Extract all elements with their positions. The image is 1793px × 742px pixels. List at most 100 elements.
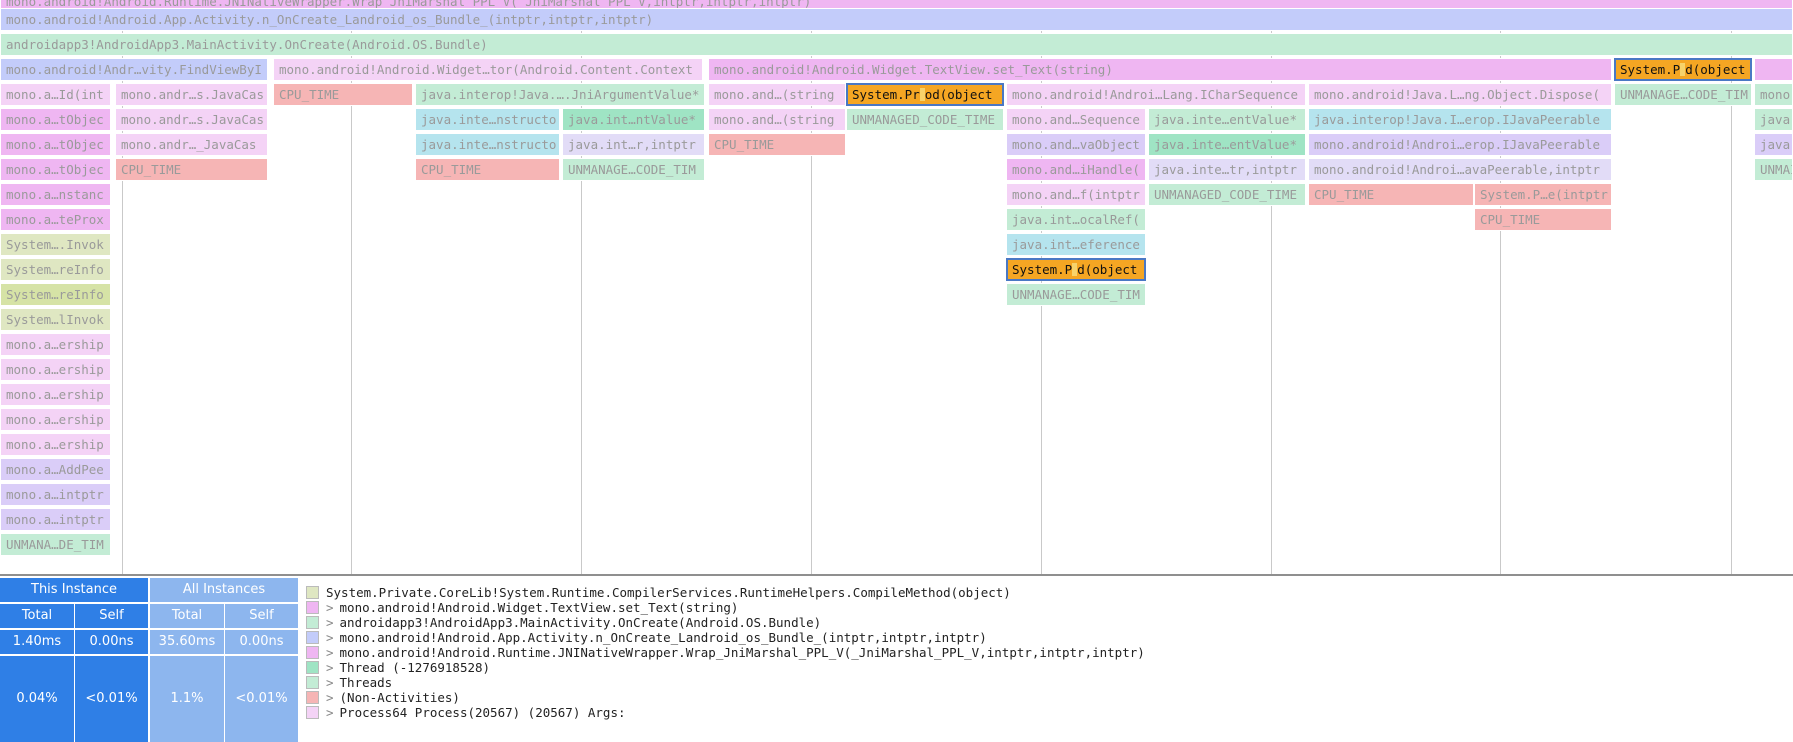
flame-frame[interactable]: UNMANAGED_CODE_TIME	[846, 108, 1004, 131]
flame-frame[interactable]: mono.and…vaObject	[1006, 133, 1146, 156]
flame-frame[interactable]: CPU_TIME	[1474, 208, 1612, 231]
flame-frame[interactable]: CPU_TIME	[708, 133, 846, 156]
this-total-percent: 0.04%	[0, 656, 74, 742]
flame-frame[interactable]: java.inte…entValue*	[1148, 108, 1306, 131]
flame-frame[interactable]: mono.a…AddPee	[0, 458, 111, 481]
flame-frame[interactable]: CPU_TIME	[1308, 183, 1474, 206]
flame-frame[interactable]: mono.android!Androi…avaPeerable,intptr	[1308, 158, 1612, 181]
call-stack-panel: System.Private.CoreLib!System.Runtime.Co…	[300, 578, 1793, 742]
flame-frame[interactable]: System…reInfo	[0, 283, 111, 306]
flame-frame[interactable]: mono.a	[1754, 83, 1793, 106]
flame-frame[interactable]: java.interop!Java.….JniArgumentValue*	[415, 83, 705, 106]
flame-frame[interactable]: UNMAI	[1754, 158, 1793, 181]
flame-frame[interactable]: UNMANAGE…CODE_TIM	[1614, 83, 1752, 106]
flame-frame[interactable]: mono.a…intptr	[0, 483, 111, 506]
flame-frame[interactable]: java	[1754, 108, 1793, 131]
flame-frame[interactable]: UNMANAGE…CODE_TIM	[562, 158, 705, 181]
flame-frame[interactable]: mono.and…iHandle(	[1006, 158, 1146, 181]
flame-frame[interactable]: mono.andr…s.JavaCas	[115, 83, 268, 106]
flame-frame-highlighted[interactable]: System.P d(object	[1614, 58, 1752, 81]
flame-frame[interactable]: mono.a…ership	[0, 408, 111, 431]
flame-frame[interactable]: mono.a…Id(int	[0, 83, 111, 106]
flame-frame[interactable]: mono.andr…s.JavaCas	[115, 108, 268, 131]
flame-frame[interactable]: java	[1754, 133, 1793, 156]
flame-frame[interactable]: System.P…e(intptr	[1474, 183, 1612, 206]
flame-frame[interactable]: CPU_TIME	[115, 158, 268, 181]
flame-frame-highlighted[interactable]: System.Pr od(object	[846, 83, 1004, 106]
chevron-right-icon[interactable]: >	[326, 675, 334, 690]
flame-frame[interactable]: mono.and…f(intptr	[1006, 183, 1146, 206]
flame-frame[interactable]: CPU_TIME	[273, 83, 413, 106]
all-self-percent: <0.01%	[225, 656, 298, 742]
flame-frame[interactable]: UNMANA…DE_TIM	[0, 533, 111, 556]
flame-frame[interactable]: java.int…r,intptr	[562, 133, 705, 156]
all-instances-header[interactable]: All Instances	[150, 578, 298, 602]
flame-frame[interactable]: java.int…ntValue*	[562, 108, 705, 131]
flame-frame[interactable]	[1754, 58, 1793, 81]
flame-frame[interactable]: mono.android!Androi…erop.IJavaPeerable	[1308, 133, 1612, 156]
flame-frame[interactable]: System….Invok	[0, 233, 111, 256]
stack-row[interactable]: > androidapp3!AndroidApp3.MainActivity.On…	[306, 615, 821, 630]
flame-frame[interactable]: System…reInfo	[0, 258, 111, 281]
flame-frame[interactable]: mono.a…ership	[0, 383, 111, 406]
flame-frame[interactable]: mono.a…nstanc	[0, 183, 111, 206]
color-swatch	[306, 691, 319, 704]
flame-frame[interactable]: mono.a…ership	[0, 358, 111, 381]
flame-frame[interactable]: androidapp3!AndroidApp3.MainActivity.OnC…	[0, 33, 1793, 56]
flame-frame[interactable]: mono.android!Android.Widget…tor(Android.…	[273, 58, 703, 81]
flame-frame[interactable]: mono.android!Androi…Lang.ICharSequence	[1006, 83, 1306, 106]
stack-row[interactable]: System.Private.CoreLib!System.Runtime.Co…	[306, 585, 1011, 600]
flame-frame[interactable]: mono.and…(string	[708, 83, 846, 106]
flame-frame[interactable]: mono.a…ership	[0, 333, 111, 356]
flame-frame[interactable]: mono.android!Andr…vity.FindViewByI	[0, 58, 268, 81]
flame-graph[interactable]: mono.android!Android.Runtime.JNINativeWr…	[0, 0, 1793, 574]
chevron-right-icon[interactable]: >	[326, 690, 334, 705]
flame-frame[interactable]: java.int…ocalRef(	[1006, 208, 1146, 231]
flame-frame[interactable]: UNMANAGE…CODE_TIM	[1006, 283, 1146, 306]
chevron-right-icon[interactable]: >	[326, 630, 334, 645]
color-swatch	[306, 661, 319, 674]
flame-frame-highlighted[interactable]: System.P d(object	[1006, 258, 1146, 281]
flame-frame[interactable]: mono.a…tObjec	[0, 133, 111, 156]
flame-frame[interactable]: mono.android!Android.App.Activity.n_OnCr…	[0, 8, 1793, 31]
flame-frame[interactable]: java.inte…tr,intptr	[1148, 158, 1306, 181]
flame-frame[interactable]: java.inte…nstructo	[415, 133, 560, 156]
flame-frame[interactable]: java.interop!Java.I…erop.IJavaPeerable	[1308, 108, 1612, 131]
chevron-right-icon[interactable]: >	[326, 660, 334, 675]
flame-frame[interactable]: System…lInvok	[0, 308, 111, 331]
flame-frame[interactable]: java.int…eference	[1006, 233, 1146, 256]
this-instance-header[interactable]: This Instance	[0, 578, 148, 602]
flame-frame[interactable]: mono.a…teProx	[0, 208, 111, 231]
flame-frame[interactable]: mono.android!Java.L…ng.Object.Dispose(	[1308, 83, 1612, 106]
flame-frame[interactable]: mono.a…intptr	[0, 508, 111, 531]
stack-row[interactable]: > mono.android!Android.Widget.TextView.se…	[306, 600, 738, 615]
flame-frame[interactable]: java.inte…entValue*	[1148, 133, 1306, 156]
flame-frame[interactable]: java.inte…nstructo	[415, 108, 560, 131]
stack-row[interactable]: > Thread (-1276918528)	[306, 660, 490, 675]
flame-frame[interactable]: mono.a…tObjec	[0, 108, 111, 131]
stack-row[interactable]: > (Non-Activities)	[306, 690, 460, 705]
chevron-right-icon[interactable]: >	[326, 645, 334, 660]
chevron-right-icon[interactable]: >	[326, 705, 334, 720]
stack-row[interactable]: > mono.android!Android.Runtime.JNINativeW…	[306, 645, 1145, 660]
text-cursor	[919, 88, 925, 101]
all-self-header: Self	[225, 604, 298, 628]
chevron-right-icon[interactable]: >	[326, 615, 334, 630]
color-swatch	[306, 586, 319, 599]
flame-frame[interactable]: mono.and…(string	[708, 108, 846, 131]
splitter[interactable]	[0, 574, 1793, 576]
stack-row[interactable]: > Threads	[306, 675, 392, 690]
chevron-right-icon[interactable]: >	[326, 600, 334, 615]
flame-frame[interactable]: mono.android!Android.Widget.TextView.set…	[708, 58, 1612, 81]
color-swatch	[306, 706, 319, 719]
flame-frame[interactable]: CPU_TIME	[415, 158, 560, 181]
stats-panel: This Instance All Instances Total Self T…	[0, 578, 300, 742]
stack-row[interactable]: > mono.android!Android.App.Activity.n_OnC…	[306, 630, 987, 645]
flame-frame[interactable]: mono.a…ership	[0, 433, 111, 456]
flame-frame[interactable]: mono.and…Sequence	[1006, 108, 1146, 131]
this-self-value: 0.00ns	[75, 630, 148, 654]
flame-frame[interactable]: mono.andr…_JavaCas	[115, 133, 268, 156]
flame-frame[interactable]: mono.a…tObjec	[0, 158, 111, 181]
stack-row[interactable]: > Process64 Process(20567) (20567) Args:	[306, 705, 626, 720]
flame-frame[interactable]: UNMANAGED_CODE_TIME	[1148, 183, 1306, 206]
